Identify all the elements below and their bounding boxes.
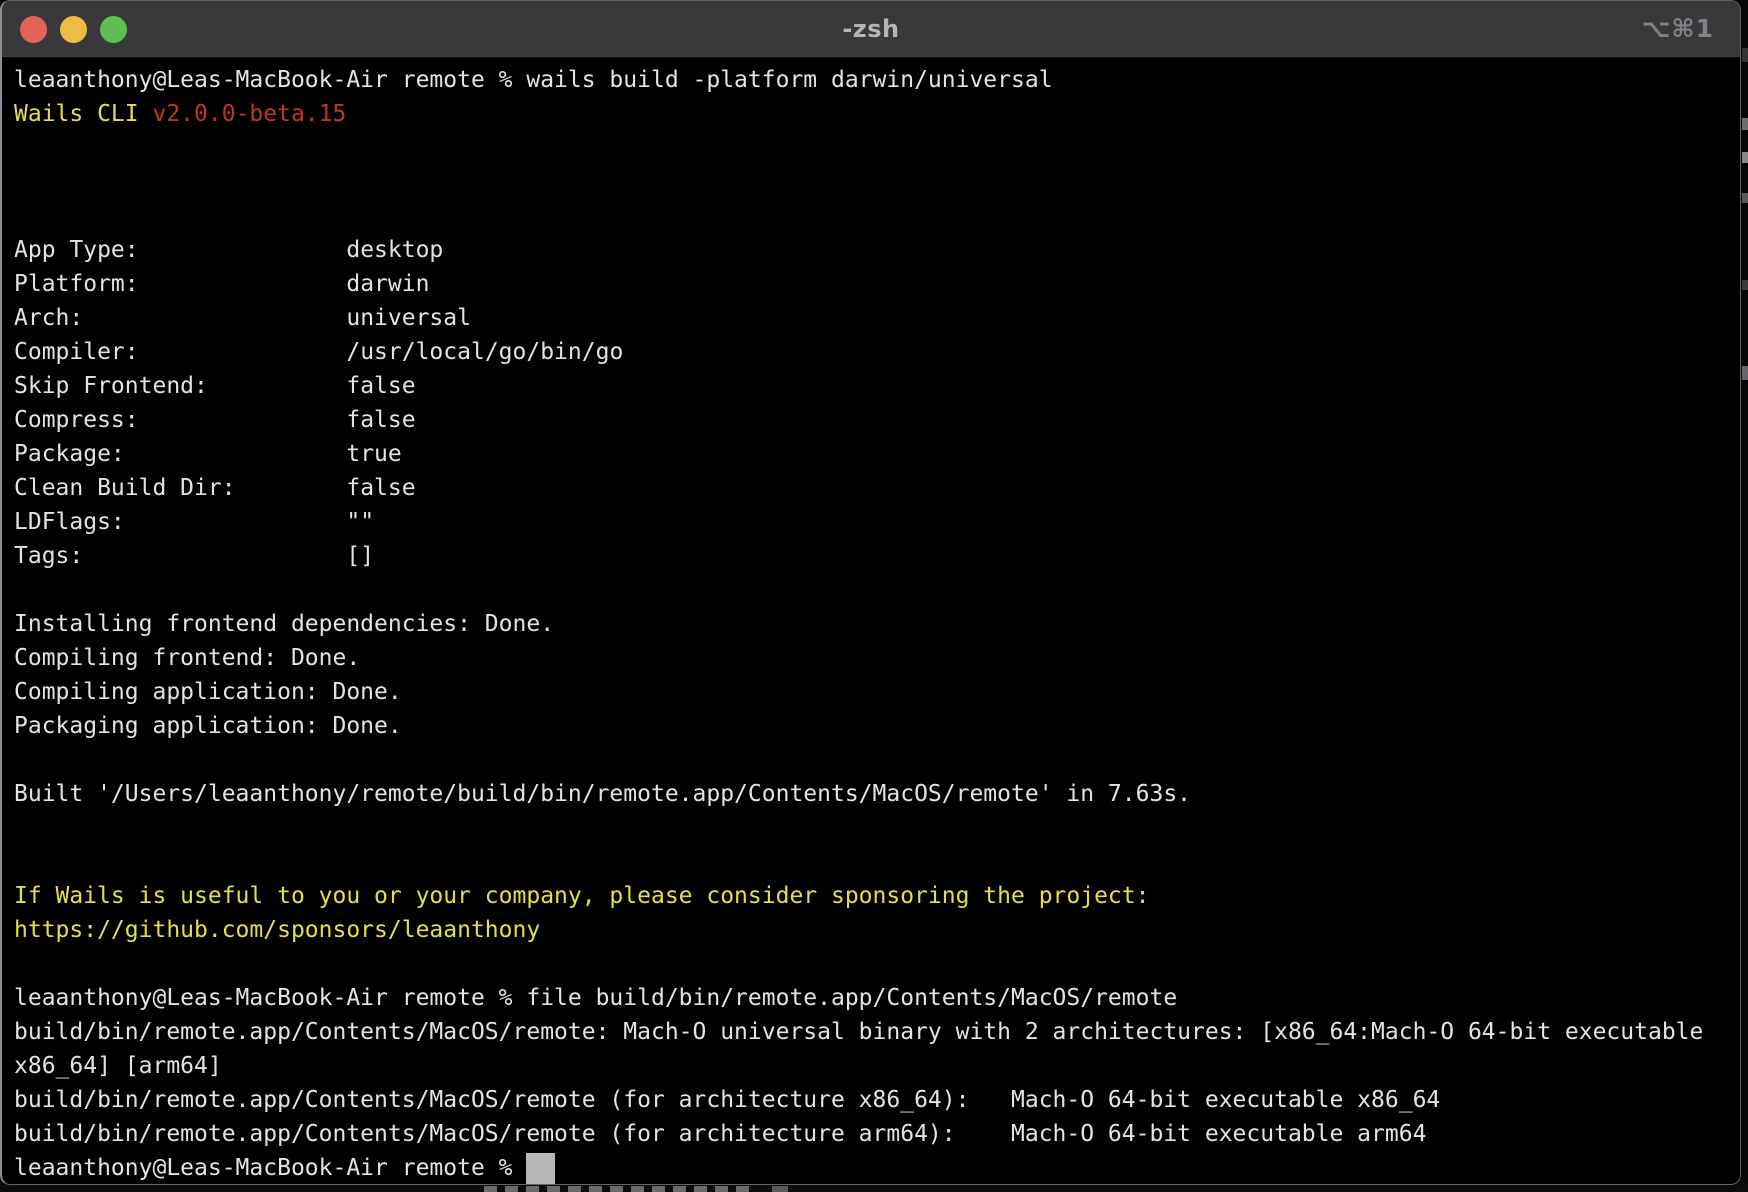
- terminal-text: build/bin/remote.app/Contents/MacOS/remo…: [14, 1087, 1440, 1113]
- terminal-text: Package:: [14, 441, 346, 467]
- text-cursor: [526, 1153, 555, 1184]
- terminal-text: []: [346, 543, 374, 569]
- background-window-artifact: [772, 1186, 788, 1192]
- background-window-artifact: [1742, 193, 1748, 203]
- background-window-artifact: [1742, 280, 1748, 290]
- terminal-line: leaanthony@Leas-MacBook-Air remote %: [14, 1151, 1740, 1185]
- terminal-text: false: [346, 475, 415, 501]
- background-window-artifact: [1742, 366, 1748, 380]
- terminal-text: true: [346, 441, 401, 467]
- terminal-line: Compiling frontend: Done.: [14, 641, 1740, 675]
- terminal-line: [14, 743, 1740, 777]
- title-bar[interactable]: -zsh ⌥⌘1: [2, 1, 1740, 58]
- terminal-text: Compiling application: Done.: [14, 679, 402, 705]
- terminal-line: [14, 947, 1740, 981]
- terminal-text-yellow: Wails CLI: [14, 101, 152, 127]
- terminal-line: Built '/Users/leaanthony/remote/build/bi…: [14, 777, 1740, 811]
- terminal-content[interactable]: leaanthony@Leas-MacBook-Air remote % wai…: [2, 58, 1740, 1185]
- terminal-line: Tags: []: [14, 539, 1740, 573]
- terminal-line: [14, 165, 1740, 199]
- tab-shortcut: ⌥⌘1: [1642, 14, 1714, 43]
- terminal-line: App Type: desktop: [14, 233, 1740, 267]
- terminal-line: If Wails is useful to you or your compan…: [14, 879, 1740, 913]
- terminal-text: build/bin/remote.app/Contents/MacOS/remo…: [14, 1121, 1426, 1147]
- terminal-line: build/bin/remote.app/Contents/MacOS/remo…: [14, 1015, 1740, 1049]
- terminal-line: x86_64] [arm64]: [14, 1049, 1740, 1083]
- terminal-text: leaanthony@Leas-MacBook-Air remote % wai…: [14, 67, 1053, 93]
- terminal-line: [14, 131, 1740, 165]
- terminal-text: false: [346, 407, 415, 433]
- terminal-line: [14, 573, 1740, 607]
- terminal-text: Skip Frontend:: [14, 373, 346, 399]
- terminal-text-red: v2.0.0-beta.15: [152, 101, 346, 127]
- terminal-line: [14, 811, 1740, 845]
- terminal-line: LDFlags: "": [14, 505, 1740, 539]
- terminal-line: Compress: false: [14, 403, 1740, 437]
- terminal-line: Arch: universal: [14, 301, 1740, 335]
- terminal-text: Compiler:: [14, 339, 346, 365]
- terminal-text: LDFlags:: [14, 509, 346, 535]
- terminal-line: Compiler: /usr/local/go/bin/go: [14, 335, 1740, 369]
- terminal-text: Platform:: [14, 271, 346, 297]
- background-window-sliver: [1742, 0, 1748, 1192]
- terminal-text: Built '/Users/leaanthony/remote/build/bi…: [14, 781, 1191, 807]
- terminal-text: "": [346, 509, 374, 535]
- terminal-line: [14, 845, 1740, 879]
- terminal-line: Package: true: [14, 437, 1740, 471]
- terminal-text: App Type:: [14, 237, 346, 263]
- terminal-text: darwin: [346, 271, 429, 297]
- terminal-line: https://github.com/sponsors/leaanthony: [14, 913, 1740, 947]
- terminal-text-yellow: If Wails is useful to you or your compan…: [14, 883, 1149, 909]
- terminal-text: false: [346, 373, 415, 399]
- terminal-window: -zsh ⌥⌘1 leaanthony@Leas-MacBook-Air rem…: [0, 0, 1741, 1185]
- terminal-text: x86_64] [arm64]: [14, 1053, 222, 1079]
- terminal-text: Installing frontend dependencies: Done.: [14, 611, 554, 637]
- terminal-text: Compiling frontend: Done.: [14, 645, 360, 671]
- terminal-line: leaanthony@Leas-MacBook-Air remote % fil…: [14, 981, 1740, 1015]
- terminal-text: Arch:: [14, 305, 346, 331]
- terminal-line: leaanthony@Leas-MacBook-Air remote % wai…: [14, 63, 1740, 97]
- terminal-text-yellow: https://github.com/sponsors/leaanthony: [14, 917, 540, 943]
- background-window-artifact: [1742, 152, 1748, 163]
- terminal-line: Installing frontend dependencies: Done.: [14, 607, 1740, 641]
- terminal-line: [14, 199, 1740, 233]
- terminal-text: Tags:: [14, 543, 346, 569]
- terminal-line: build/bin/remote.app/Contents/MacOS/remo…: [14, 1083, 1740, 1117]
- terminal-line: Platform: darwin: [14, 267, 1740, 301]
- terminal-text: leaanthony@Leas-MacBook-Air remote %: [14, 1155, 526, 1181]
- terminal-line: Compiling application: Done.: [14, 675, 1740, 709]
- terminal-text: universal: [346, 305, 471, 331]
- terminal-line: Packaging application: Done.: [14, 709, 1740, 743]
- background-window-artifact: [1742, 48, 1748, 62]
- background-window-bottom: [0, 1185, 1748, 1192]
- window-title: -zsh: [2, 15, 1740, 43]
- terminal-line: Skip Frontend: false: [14, 369, 1740, 403]
- terminal-text: Packaging application: Done.: [14, 713, 402, 739]
- terminal-text: Clean Build Dir:: [14, 475, 346, 501]
- terminal-text: build/bin/remote.app/Contents/MacOS/remo…: [14, 1019, 1703, 1045]
- background-window-artifact: [1742, 118, 1748, 130]
- terminal-text: leaanthony@Leas-MacBook-Air remote % fil…: [14, 985, 1177, 1011]
- terminal-line: build/bin/remote.app/Contents/MacOS/remo…: [14, 1117, 1740, 1151]
- terminal-text: Compress:: [14, 407, 346, 433]
- terminal-text: desktop: [346, 237, 443, 263]
- terminal-text: /usr/local/go/bin/go: [346, 339, 623, 365]
- background-window-artifact: [484, 1186, 752, 1192]
- terminal-line: Wails CLI v2.0.0-beta.15: [14, 97, 1740, 131]
- terminal-line: Clean Build Dir: false: [14, 471, 1740, 505]
